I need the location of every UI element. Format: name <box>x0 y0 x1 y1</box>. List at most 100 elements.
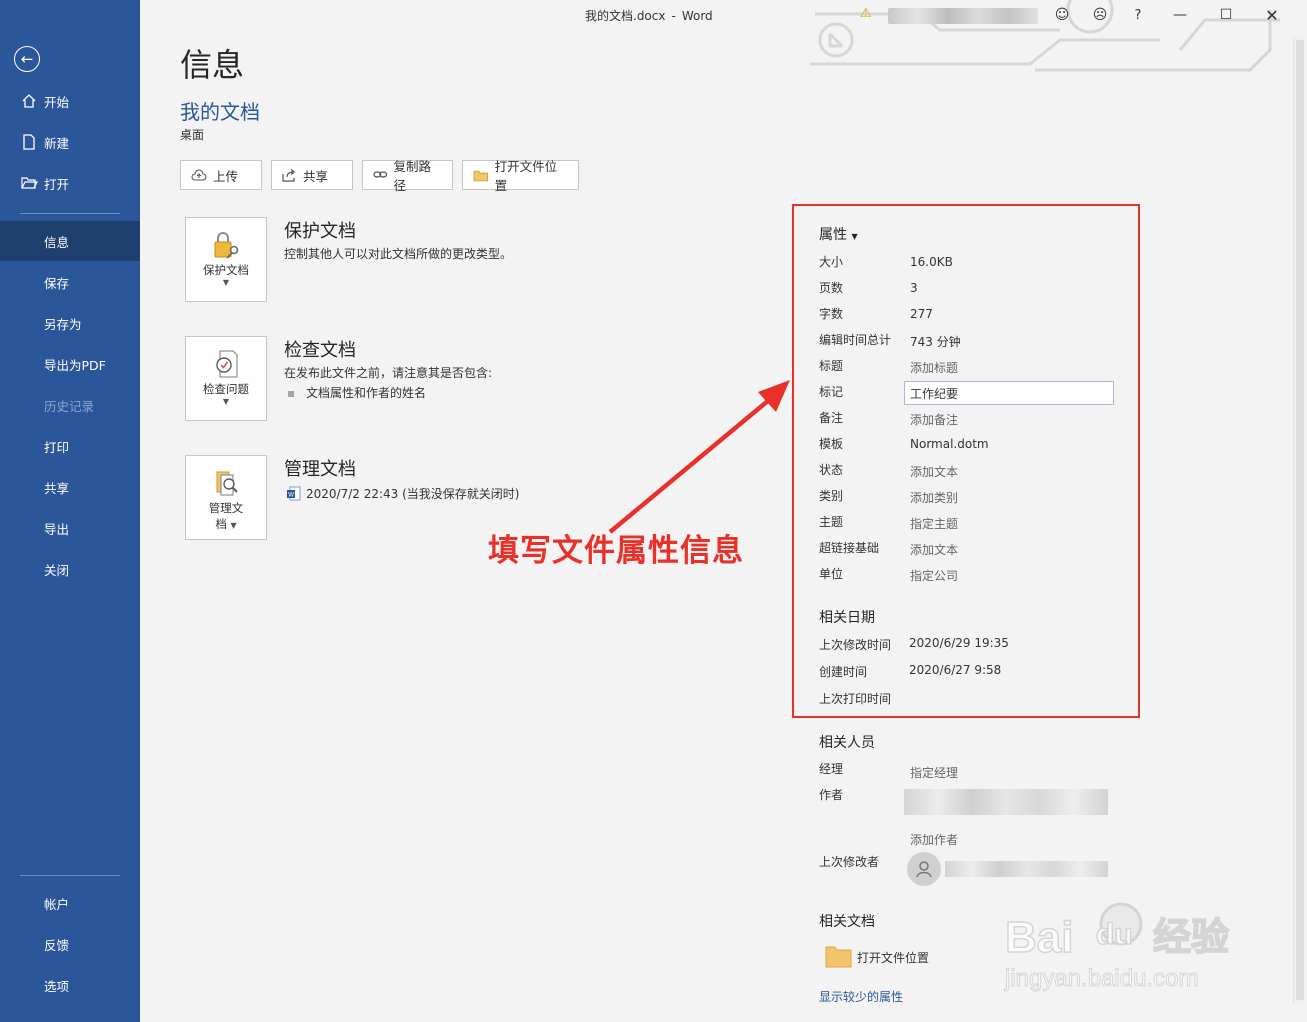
chevron-down-icon: ▼ <box>230 521 237 530</box>
back-arrow-icon[interactable]: ← <box>14 46 40 72</box>
prop-label-subject: 主题 <box>819 515 844 529</box>
autosave-entry[interactable]: W 2020/7/2 22:43 (当我没保存就关闭时) <box>286 485 519 502</box>
prop-label-company: 单位 <box>819 567 844 581</box>
properties-header[interactable]: 属性 ▼ <box>819 224 858 244</box>
smiley-feedback-icon[interactable]: ☺ <box>1043 3 1081 27</box>
link-icon <box>373 171 388 178</box>
lock-key-icon <box>214 232 239 259</box>
prop-label-hyperlink-base: 超链接基础 <box>819 541 880 555</box>
maximize-icon[interactable]: ☐ <box>1203 3 1249 27</box>
prop-label-pages: 页数 <box>819 281 844 295</box>
sidebar-item-options[interactable]: 选项 <box>0 965 140 1005</box>
prop-value-title[interactable]: 添加标题 <box>910 359 958 376</box>
protect-document-button[interactable]: 保护文档 ▼ <box>185 217 267 302</box>
prop-value-size: 16.0KB <box>910 255 953 269</box>
sidebar-divider <box>20 875 120 876</box>
prop-value-hyperlink-base[interactable]: 添加文本 <box>910 541 958 558</box>
sidebar-item-info[interactable]: 信息 <box>0 221 140 261</box>
cloud-upload-icon <box>191 169 207 181</box>
inspect-document-icon <box>216 350 238 378</box>
prop-label-category: 类别 <box>819 489 844 503</box>
sidebar-item-export-pdf[interactable]: 导出为PDF <box>0 344 140 384</box>
sidebar-item-save-as[interactable]: 另存为 <box>0 303 140 343</box>
chevron-down-icon: ▼ <box>222 278 230 287</box>
prop-value-company[interactable]: 指定公司 <box>910 567 958 584</box>
svg-text:du: du <box>1096 918 1133 951</box>
backstage-sidebar: ← 开始 新建 打开 信息 保存 另存为 导出为PDF 历史记录 打印 共享 导… <box>0 0 140 1022</box>
help-icon[interactable]: ? <box>1119 3 1157 27</box>
sidebar-item-save[interactable]: 保存 <box>0 262 140 302</box>
document-name: 我的文档 <box>180 100 260 124</box>
date-value-modified: 2020/6/29 19:35 <box>909 636 1009 650</box>
protect-title: 保护文档 <box>284 221 356 242</box>
last-modified-by-label: 上次修改者 <box>819 855 880 869</box>
sidebar-item-open[interactable]: 打开 <box>0 163 140 203</box>
copy-path-button[interactable]: 复制路径 <box>362 159 453 193</box>
sidebar-divider <box>20 213 120 214</box>
chevron-down-icon: ▼ <box>851 232 858 241</box>
vertical-scrollbar[interactable] <box>1293 38 1305 1004</box>
author-name-blurred[interactable] <box>904 789 1108 815</box>
prop-value-words: 277 <box>910 307 933 321</box>
prop-value-category[interactable]: 添加类别 <box>910 489 958 506</box>
prop-label-status: 状态 <box>819 463 844 477</box>
chevron-down-icon: ▼ <box>222 397 230 406</box>
svg-text:Bai: Bai <box>1005 913 1073 962</box>
prop-value-subject[interactable]: 指定主题 <box>910 515 958 532</box>
manage-document-icon <box>216 471 238 496</box>
dates-header: 相关日期 <box>819 610 875 626</box>
close-icon[interactable]: ✕ <box>1249 3 1295 27</box>
svg-text:W: W <box>288 493 294 499</box>
add-author-link[interactable]: 添加作者 <box>910 831 958 848</box>
folder-icon <box>825 946 852 968</box>
show-fewer-properties-link[interactable]: 显示较少的属性 <box>819 988 903 1005</box>
word-doc-icon: W <box>287 486 301 501</box>
tags-input[interactable]: 工作纪要 <box>904 381 1114 405</box>
svg-text:经验: 经验 <box>1153 915 1229 959</box>
inspect-bullet: 文档属性和作者的姓名 <box>288 384 426 401</box>
date-value-created: 2020/6/27 9:58 <box>909 663 1002 677</box>
bullet-icon <box>288 390 294 397</box>
prop-value-template: Normal.dotm <box>910 437 989 451</box>
warning-icon[interactable]: ⚠ <box>860 6 872 21</box>
prop-value-edit-time: 743 分钟 <box>910 335 961 349</box>
prop-label-comments: 备注 <box>819 411 844 425</box>
date-label-modified: 上次修改时间 <box>819 638 892 652</box>
user-avatar-icon <box>907 852 941 886</box>
check-issues-button[interactable]: 检查问题 ▼ <box>185 336 267 421</box>
manager-value[interactable]: 指定经理 <box>910 764 958 781</box>
sidebar-item-share[interactable]: 共享 <box>0 467 140 507</box>
page-title: 信息 <box>180 46 245 84</box>
document-location: 桌面 <box>180 128 205 142</box>
scrollbar-thumb[interactable] <box>1296 40 1304 1000</box>
sidebar-item-new[interactable]: 新建 <box>0 122 140 162</box>
open-file-location-button[interactable]: 打开文件位置 <box>462 159 579 193</box>
inspect-desc: 在发布此文件之前，请注意其是否包含: <box>284 366 493 380</box>
prop-label-title: 标题 <box>819 359 844 373</box>
account-name-blurred[interactable] <box>888 8 1038 24</box>
sidebar-item-print[interactable]: 打印 <box>0 426 140 466</box>
prop-label-words: 字数 <box>819 307 844 321</box>
related-docs-header: 相关文档 <box>819 914 875 930</box>
upload-button[interactable]: 上传 <box>180 160 262 190</box>
sidebar-item-export[interactable]: 导出 <box>0 508 140 548</box>
sidebar-item-close[interactable]: 关闭 <box>0 549 140 589</box>
window-title: 我的文档.docx - Word <box>585 9 713 23</box>
manage-document-button[interactable]: 管理文 档 ▼ <box>185 455 267 540</box>
inspect-title: 检查文档 <box>284 340 356 361</box>
share-button[interactable]: 共享 <box>271 160 353 190</box>
prop-value-status[interactable]: 添加文本 <box>910 463 958 480</box>
sidebar-item-feedback[interactable]: 反馈 <box>0 924 140 964</box>
annotation-arrow-icon <box>608 380 790 534</box>
open-file-location-link[interactable]: 打开文件位置 <box>857 949 929 966</box>
prop-label-template: 模板 <box>819 437 844 451</box>
home-icon <box>20 93 38 109</box>
minimize-icon[interactable]: — <box>1157 3 1203 27</box>
prop-label-edit-time: 编辑时间总计 <box>819 333 892 347</box>
frown-feedback-icon[interactable]: ☹ <box>1081 3 1119 27</box>
sidebar-item-history[interactable]: 历史记录 <box>0 385 140 425</box>
sidebar-item-account[interactable]: 帐户 <box>0 883 140 923</box>
sidebar-item-home[interactable]: 开始 <box>0 81 140 121</box>
prop-value-comments[interactable]: 添加备注 <box>910 411 958 428</box>
last-modified-by-blurred <box>945 861 1108 877</box>
